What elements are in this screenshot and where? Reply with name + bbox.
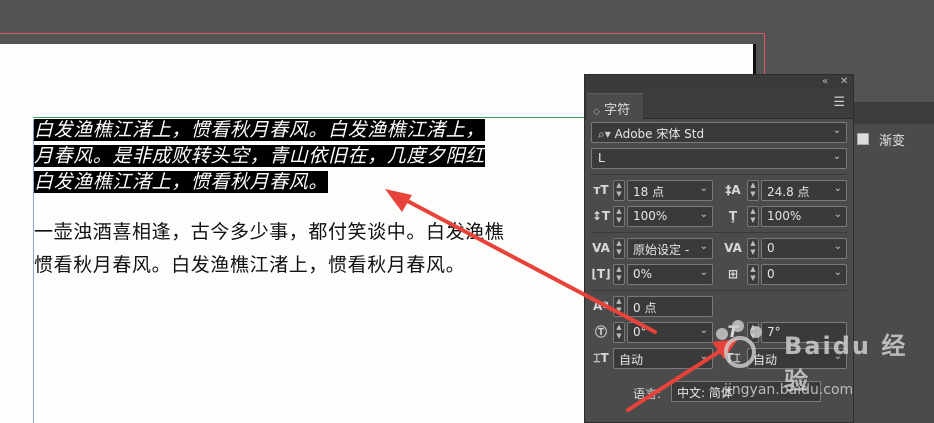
panel-menu-icon[interactable]: ☰ bbox=[833, 95, 845, 110]
baseline-shift-stepper[interactable]: ▲ ▼ bbox=[613, 296, 625, 317]
leading-field[interactable]: 24.8 点 ⌄ bbox=[761, 180, 847, 201]
search-icon: ⌕▾ bbox=[598, 127, 611, 141]
horizontal-scale-stepper[interactable]: ▲ ▼ bbox=[747, 206, 759, 227]
vertical-scale-field[interactable]: 100% ⌄ bbox=[627, 206, 713, 227]
vertical-scale-stepper[interactable]: ▲ ▼ bbox=[613, 206, 625, 227]
gradient-label[interactable]: 渐变 bbox=[879, 130, 905, 149]
leading-stepper[interactable]: ▲ ▼ bbox=[747, 180, 759, 201]
aki-right-value: 自动 bbox=[753, 353, 778, 367]
rotation-icon: Ⓣ bbox=[594, 325, 607, 339]
font-size-stepper[interactable]: ▲ ▼ bbox=[613, 180, 625, 201]
leading-icon: ‡A bbox=[725, 183, 741, 197]
tsume-field[interactable]: 0% ⌄ bbox=[627, 264, 713, 285]
baseline-shift-icon: Aª bbox=[592, 299, 610, 313]
vertical-scale-icon: ↕T bbox=[591, 209, 611, 223]
baseline-shift-field[interactable]: 0 点 bbox=[627, 296, 713, 317]
chevron-down-icon[interactable]: ⌄ bbox=[700, 325, 708, 336]
tsume-stepper[interactable]: ▲ ▼ bbox=[613, 264, 625, 285]
language-label: 语言: bbox=[633, 387, 662, 401]
divider bbox=[591, 290, 847, 291]
font-style-value: L bbox=[598, 151, 605, 165]
text-line-selected[interactable]: 白发渔樵江渚上，惯看秋月春风。白发渔樵江渚上， bbox=[34, 119, 485, 141]
horizontal-scale-icon: Ţ bbox=[728, 209, 738, 223]
gradient-panel: 渐变 bbox=[852, 102, 934, 423]
font-size-value: 18 点 bbox=[633, 185, 665, 199]
chevron-down-icon[interactable]: ⌄ bbox=[834, 241, 842, 252]
chevron-down-icon[interactable]: ⌄ bbox=[834, 183, 842, 194]
text-line-selected[interactable]: 白发渔樵江渚上，惯看秋月春风。 bbox=[34, 171, 329, 193]
baseline-shift-value: 0 点 bbox=[633, 301, 657, 315]
language-dropdown[interactable]: 中文: 简体 bbox=[671, 381, 821, 402]
chevron-down-icon[interactable]: ⌄ bbox=[700, 209, 708, 220]
character-panel: « ✕ ◇ 字符 ☰ ⌕▾ Adobe 宋体 Std ⌄ L ⌄ ᴛT ▲ ▼ 1… bbox=[584, 74, 854, 423]
vertical-scale-value: 100% bbox=[633, 209, 668, 223]
tsume-icon: ⌊T⌋ bbox=[591, 267, 611, 281]
chevron-down-icon[interactable]: ⌄ bbox=[834, 351, 842, 362]
aki-left-icon: ⌶T bbox=[593, 351, 609, 365]
panel-titlebar[interactable]: « ✕ bbox=[585, 75, 853, 89]
tracking-icon: VA bbox=[724, 241, 742, 255]
skew-stepper[interactable]: ▲ ▼ bbox=[747, 322, 759, 343]
kerning-icon: VA bbox=[592, 241, 610, 255]
tsume-value: 0% bbox=[633, 267, 653, 281]
leading-value: 24.8 点 bbox=[767, 185, 810, 199]
skew-icon: T bbox=[727, 322, 739, 341]
rotation-value: 0° bbox=[633, 325, 647, 339]
text-line[interactable]: 一壶浊酒喜相逢，古今多少事，都付笑谈中。白发渔樵 bbox=[34, 221, 504, 243]
kerning-value: 原始设定 - bbox=[633, 243, 690, 257]
tab-grip-icon: ◇ bbox=[593, 107, 600, 117]
chevron-down-icon[interactable]: ⌄ bbox=[834, 209, 842, 220]
tracking-stepper[interactable]: ▲ ▼ bbox=[747, 238, 759, 259]
gradient-panel-tabbar bbox=[853, 102, 934, 124]
aki-left-dropdown[interactable]: 自动 ⌄ bbox=[613, 348, 713, 369]
aki-right-icon: T⌶ bbox=[725, 351, 741, 365]
font-size-icon: ᴛT bbox=[593, 183, 609, 197]
divider bbox=[591, 232, 847, 233]
close-icon[interactable]: ✕ bbox=[840, 76, 848, 87]
gradient-swatch-icon[interactable] bbox=[857, 133, 869, 145]
text-line[interactable]: 惯看秋月春风。白发渔樵江渚上，惯看秋月春风。 bbox=[34, 254, 465, 276]
tracking-field[interactable]: 0 ⌄ bbox=[761, 238, 847, 259]
tracking-value: 0 bbox=[767, 241, 775, 255]
chevron-down-icon[interactable]: ⌄ bbox=[700, 267, 708, 278]
rotation-field[interactable]: 0° ⌄ bbox=[627, 322, 713, 343]
chevron-down-icon[interactable]: ⌄ bbox=[833, 151, 841, 162]
rotation-stepper[interactable]: ▲ ▼ bbox=[613, 322, 625, 343]
aki-right-dropdown[interactable]: 自动 ⌄ bbox=[747, 348, 847, 369]
divider bbox=[591, 174, 847, 175]
text-line-selected[interactable]: 月春风。是非成败转头空，青山依旧在，几度夕阳红 bbox=[34, 145, 485, 167]
font-style-dropdown[interactable]: L ⌄ bbox=[591, 148, 847, 169]
aki-left-value: 自动 bbox=[619, 353, 644, 367]
kerning-field[interactable]: 原始设定 - ⌄ bbox=[627, 238, 713, 259]
font-family-dropdown[interactable]: ⌕▾ Adobe 宋体 Std ⌄ bbox=[591, 122, 847, 143]
panel-tabbar: ◇ 字符 ☰ bbox=[585, 89, 853, 119]
tab-character[interactable]: ◇ 字符 bbox=[587, 93, 643, 119]
chevron-down-icon[interactable]: ⌄ bbox=[833, 125, 841, 136]
chevron-down-icon[interactable]: ⌄ bbox=[834, 267, 842, 278]
horizontal-scale-field[interactable]: 100% ⌄ bbox=[761, 206, 847, 227]
horizontal-scale-value: 100% bbox=[767, 209, 802, 223]
collapse-icon[interactable]: « bbox=[822, 76, 828, 87]
chevron-down-icon[interactable]: ⌄ bbox=[700, 351, 708, 362]
chevron-down-icon[interactable]: ⌄ bbox=[700, 183, 708, 194]
chevron-down-icon[interactable]: ⌄ bbox=[700, 241, 708, 252]
mojikumi-value: 0 bbox=[767, 267, 775, 281]
mojikumi-field[interactable]: 0 ⌄ bbox=[761, 264, 847, 285]
kerning-stepper[interactable]: ▲ ▼ bbox=[613, 238, 625, 259]
skew-value: 7° bbox=[767, 325, 781, 339]
language-value: 中文: 简体 bbox=[677, 386, 733, 400]
font-size-field[interactable]: 18 点 ⌄ bbox=[627, 180, 713, 201]
mojikumi-icon: ⊞ bbox=[727, 267, 739, 281]
tab-character-label: 字符 bbox=[604, 103, 631, 118]
mojikumi-stepper[interactable]: ▲ ▼ bbox=[747, 264, 759, 285]
font-family-value: Adobe 宋体 Std bbox=[614, 127, 705, 141]
skew-field[interactable]: 7° bbox=[761, 322, 847, 343]
